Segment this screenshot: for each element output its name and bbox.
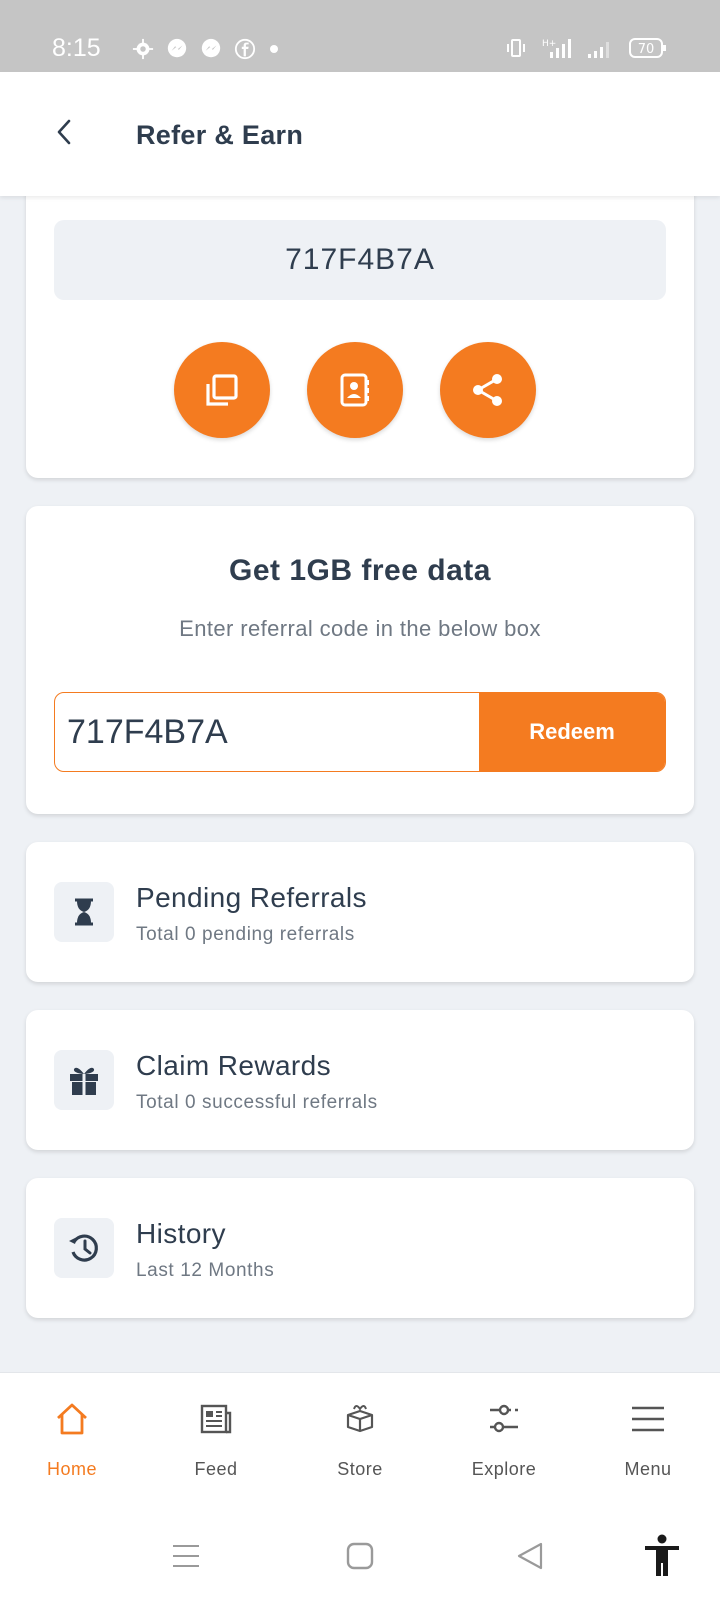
battery-level: 70: [638, 42, 655, 57]
messenger-icon: [167, 38, 187, 58]
recent-apps-icon: [173, 1545, 199, 1567]
list-item-subtitle: Last 12 Months: [136, 1260, 275, 1281]
list-item-title: Pending Referrals: [136, 882, 367, 913]
referral-actions: [26, 342, 694, 438]
referral-code-input[interactable]: [55, 693, 475, 771]
signal-icon: [588, 42, 609, 58]
back-button[interactable]: [44, 112, 84, 152]
redeem-title: Get 1GB free data: [229, 554, 491, 587]
nav-store[interactable]: Store: [288, 1373, 432, 1513]
redeem-button[interactable]: Redeem: [479, 693, 665, 771]
messenger-icon: [201, 38, 221, 58]
referral-code[interactable]: 717F4B7A: [54, 220, 666, 300]
triangle-back-icon: [517, 1542, 543, 1570]
square-icon: [346, 1542, 374, 1570]
list-item-subtitle: Total 0 pending referrals: [136, 924, 355, 945]
nav-menu[interactable]: Menu: [576, 1373, 720, 1513]
list-item-subtitle: Total 0 successful referrals: [136, 1092, 378, 1113]
status-bar: 8:15 H+ 70: [0, 0, 720, 72]
gift-icon: [54, 1050, 114, 1110]
bottom-nav: Home Feed Store Explore Menu: [0, 1372, 720, 1512]
store-icon: [346, 1405, 374, 1433]
nav-explore[interactable]: Explore: [432, 1373, 576, 1513]
share-button[interactable]: [440, 342, 536, 438]
nav-label: Feed: [194, 1459, 238, 1479]
system-status-icons: H+ 70: [504, 36, 668, 60]
status-time: 8:15: [52, 34, 101, 62]
chevron-left-icon: [57, 119, 71, 145]
referral-code-card: 717F4B7A: [26, 170, 694, 478]
home-system-button[interactable]: [336, 1532, 384, 1580]
copy-icon: [206, 374, 238, 406]
dot-icon: [270, 45, 278, 53]
signal-h-plus-icon: H+: [542, 39, 571, 58]
svg-text:H+: H+: [542, 39, 556, 49]
nav-feed[interactable]: Feed: [144, 1373, 288, 1513]
explore-icon: [490, 1404, 518, 1433]
contacts-icon: [340, 373, 369, 407]
accessibility-button[interactable]: [638, 1532, 686, 1580]
share-icon: [473, 374, 502, 406]
menu-icon: [632, 1406, 664, 1432]
feed-icon: [200, 1404, 232, 1434]
vibrate-icon: [507, 39, 525, 57]
nav-home[interactable]: Home: [0, 1373, 144, 1513]
app-header: Refer & Earn: [0, 72, 720, 196]
facebook-icon: [234, 38, 256, 60]
claim-rewards-card[interactable]: Claim Rewards Total 0 successful referra…: [26, 1010, 694, 1150]
nav-label: Menu: [624, 1459, 672, 1479]
redeem-card: Get 1GB free data Enter referral code in…: [26, 506, 694, 814]
redeem-subtitle: Enter referral code in the below box: [179, 616, 541, 641]
list-item-title: Claim Rewards: [136, 1050, 332, 1081]
settings-icon: [132, 38, 154, 60]
list-item-title: History: [136, 1218, 226, 1249]
nav-label: Home: [46, 1459, 97, 1479]
history-icon: [54, 1218, 114, 1278]
page-title: Refer & Earn: [136, 120, 304, 150]
system-nav-bar: [0, 1512, 720, 1600]
accessibility-icon: [645, 1534, 679, 1576]
hourglass-icon: [54, 882, 114, 942]
nav-label: Store: [337, 1459, 383, 1479]
history-card[interactable]: History Last 12 Months: [26, 1178, 694, 1318]
contacts-button[interactable]: [307, 342, 403, 438]
recent-apps-button[interactable]: [162, 1532, 210, 1580]
redeem-field: Redeem: [54, 692, 666, 772]
pending-referrals-card[interactable]: Pending Referrals Total 0 pending referr…: [26, 842, 694, 982]
copy-button[interactable]: [174, 342, 270, 438]
nav-label: Explore: [471, 1459, 537, 1479]
back-system-button[interactable]: [506, 1532, 554, 1580]
notification-icons: [132, 38, 280, 60]
home-icon: [57, 1403, 87, 1435]
battery-icon: 70: [629, 38, 666, 58]
